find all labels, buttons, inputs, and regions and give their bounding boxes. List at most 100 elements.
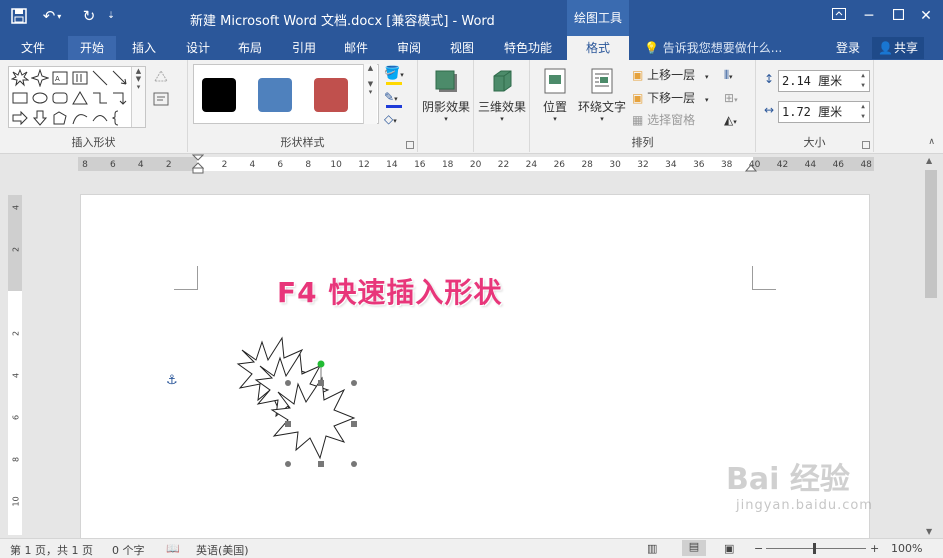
shape-outline-icon[interactable]: ✎▾ — [384, 90, 398, 104]
resize-handle-s[interactable] — [318, 461, 324, 467]
right-indent-marker-icon[interactable] — [745, 161, 757, 173]
rounded-rect-shape-icon[interactable] — [51, 89, 69, 107]
rotate-icon[interactable]: ◭▾ — [724, 110, 737, 130]
size-launcher[interactable] — [862, 141, 870, 149]
selection-pane-button[interactable]: ▦ 选择窗格 — [632, 110, 695, 130]
zoom-in-icon[interactable]: + — [870, 542, 879, 555]
style-swatch-black[interactable] — [202, 78, 236, 112]
send-backward-button[interactable]: ▣ 下移一层 ▾ — [632, 88, 709, 108]
tab-references[interactable]: 引用 — [284, 36, 324, 60]
anchor-icon[interactable]: ⚓ — [166, 373, 178, 388]
horizontal-ruler[interactable]: 8 6 4 2 2 4 6 8 10 12 14 16 18 20 22 24 26 28 30 32 34 36 38 40… — [0, 154, 921, 174]
arrow-line-icon[interactable] — [111, 69, 129, 87]
group-icon[interactable]: ⊞▾ — [724, 88, 738, 108]
curve-shape-icon[interactable] — [71, 109, 89, 127]
right-arrow-shape-icon[interactable] — [11, 109, 29, 127]
star4-shape-icon[interactable] — [30, 68, 50, 88]
line-shape-icon[interactable] — [91, 69, 109, 87]
zoom-out-icon[interactable]: − — [754, 542, 763, 555]
send-backward-label: 下移一层 — [647, 91, 696, 105]
indent-marker-icon[interactable] — [192, 154, 204, 174]
arc-shape-icon[interactable] — [91, 109, 109, 127]
explosion-shape-icon[interactable] — [10, 68, 30, 87]
width-spinner[interactable]: ▲ ▼ — [857, 102, 869, 122]
web-layout-icon[interactable]: ▣ — [724, 542, 734, 555]
three-d-effects-button[interactable]: 三维效果 ▾ — [477, 66, 527, 123]
shadow-effects-button[interactable]: 阴影效果 ▾ — [421, 66, 471, 123]
tab-file[interactable]: 文件 — [12, 36, 54, 60]
vertical-scrollbar[interactable]: ▲ ▼ — [921, 154, 943, 538]
triangle-shape-icon[interactable] — [71, 89, 89, 107]
brace-shape-icon[interactable] — [111, 109, 129, 127]
customize-qat-icon[interactable]: ⇣ — [105, 4, 117, 28]
undo-icon[interactable]: ↶ ▾ — [38, 4, 66, 28]
tab-review[interactable]: 审阅 — [389, 36, 429, 60]
bring-forward-button[interactable]: ▣ 上移一层 ▾ — [632, 65, 709, 85]
tab-insert[interactable]: 插入 — [124, 36, 164, 60]
shadow-icon — [431, 66, 461, 96]
resize-handle-w[interactable] — [285, 421, 291, 427]
scrollbar-thumb[interactable] — [925, 170, 937, 298]
zoom-slider-thumb[interactable] — [813, 543, 816, 554]
tab-home[interactable]: 开始 — [68, 36, 116, 60]
page-info[interactable]: 第 1 页，共 1 页 — [10, 542, 93, 558]
draw-textbox-icon[interactable] — [152, 90, 172, 108]
close-icon[interactable]: ✕ — [916, 6, 936, 26]
redo-icon[interactable]: ↻ — [78, 4, 100, 28]
down-arrow-shape-icon[interactable] — [31, 109, 49, 127]
proofing-icon[interactable]: 📖 — [166, 542, 180, 555]
read-mode-icon[interactable]: ▥ — [647, 542, 657, 555]
edit-shape-icon[interactable] — [152, 68, 178, 86]
vertical-textbox-icon[interactable] — [71, 69, 89, 87]
width-input[interactable]: 1.72 厘米 ▲ ▼ — [778, 101, 870, 123]
elbow-arrow-icon[interactable] — [111, 89, 129, 107]
shapes-gallery-scroll[interactable]: ▲ ▼ ▾ — [131, 67, 145, 127]
vertical-ruler[interactable]: 4 2 2 4 6 8 10 — [8, 195, 22, 535]
style-swatch-blue[interactable] — [258, 78, 292, 112]
collapse-ribbon-icon[interactable]: ∧ — [928, 137, 935, 147]
textbox-shape-icon[interactable]: A — [51, 69, 69, 87]
print-layout-icon[interactable]: ▤ — [682, 540, 706, 556]
elbow-connector-icon[interactable] — [91, 89, 109, 107]
tab-format[interactable]: 格式 — [567, 36, 629, 60]
zoom-level[interactable]: 100% — [891, 542, 922, 555]
freeform-shape-icon[interactable] — [51, 109, 69, 127]
zoom-slider[interactable] — [766, 548, 866, 549]
tab-mailings[interactable]: 邮件 — [336, 36, 376, 60]
scroll-up-icon[interactable]: ▲ — [926, 156, 932, 165]
style-swatch-red[interactable] — [314, 78, 348, 112]
wrap-text-button[interactable]: 环绕文字 ▾ — [576, 66, 628, 123]
tell-me-search[interactable]: 💡 告诉我您想要做什么... — [644, 36, 782, 60]
tab-design[interactable]: 设计 — [178, 36, 218, 60]
resize-handle-e[interactable] — [351, 421, 357, 427]
styles-gallery-scroll[interactable]: ▲ ▼ ▾ — [363, 64, 377, 124]
word-count[interactable]: 0 个字 — [112, 542, 145, 558]
resize-handle-sw[interactable] — [285, 461, 291, 467]
height-input[interactable]: 2.14 厘米 ▲ ▼ — [778, 70, 870, 92]
resize-handle-n[interactable] — [318, 380, 324, 386]
shape-styles-launcher[interactable] — [406, 141, 414, 149]
resize-handle-ne[interactable] — [351, 380, 357, 386]
align-icon[interactable]: ⫴▾ — [724, 65, 733, 85]
position-button[interactable]: 位置 ▾ — [536, 66, 574, 123]
rotation-handle[interactable] — [317, 360, 325, 368]
tab-special-features[interactable]: 特色功能 — [496, 36, 560, 60]
ribbon-display-icon[interactable] — [829, 6, 849, 26]
share-button[interactable]: 👤 共享 — [872, 37, 925, 59]
document-heading[interactable]: F4 快速插入形状 — [277, 271, 502, 311]
minimize-icon[interactable]: ─ — [859, 6, 879, 26]
resize-handle-nw[interactable] — [285, 380, 291, 386]
shape-effects-icon[interactable]: ◇▾ — [384, 112, 397, 126]
tab-layout[interactable]: 布局 — [230, 36, 270, 60]
oval-shape-icon[interactable] — [31, 89, 49, 107]
save-icon[interactable] — [8, 4, 30, 28]
shape-fill-icon[interactable]: 🪣▾ — [384, 66, 404, 81]
sign-in-link[interactable]: 登录 — [836, 36, 860, 60]
language[interactable]: 英语(美国) — [196, 542, 249, 558]
rectangle-shape-icon[interactable] — [11, 89, 29, 107]
resize-handle-se[interactable] — [351, 461, 357, 467]
height-spinner[interactable]: ▲ ▼ — [857, 71, 869, 91]
scroll-down-icon[interactable]: ▼ — [926, 527, 932, 536]
maximize-icon[interactable] — [888, 6, 908, 26]
tab-view[interactable]: 视图 — [442, 36, 482, 60]
